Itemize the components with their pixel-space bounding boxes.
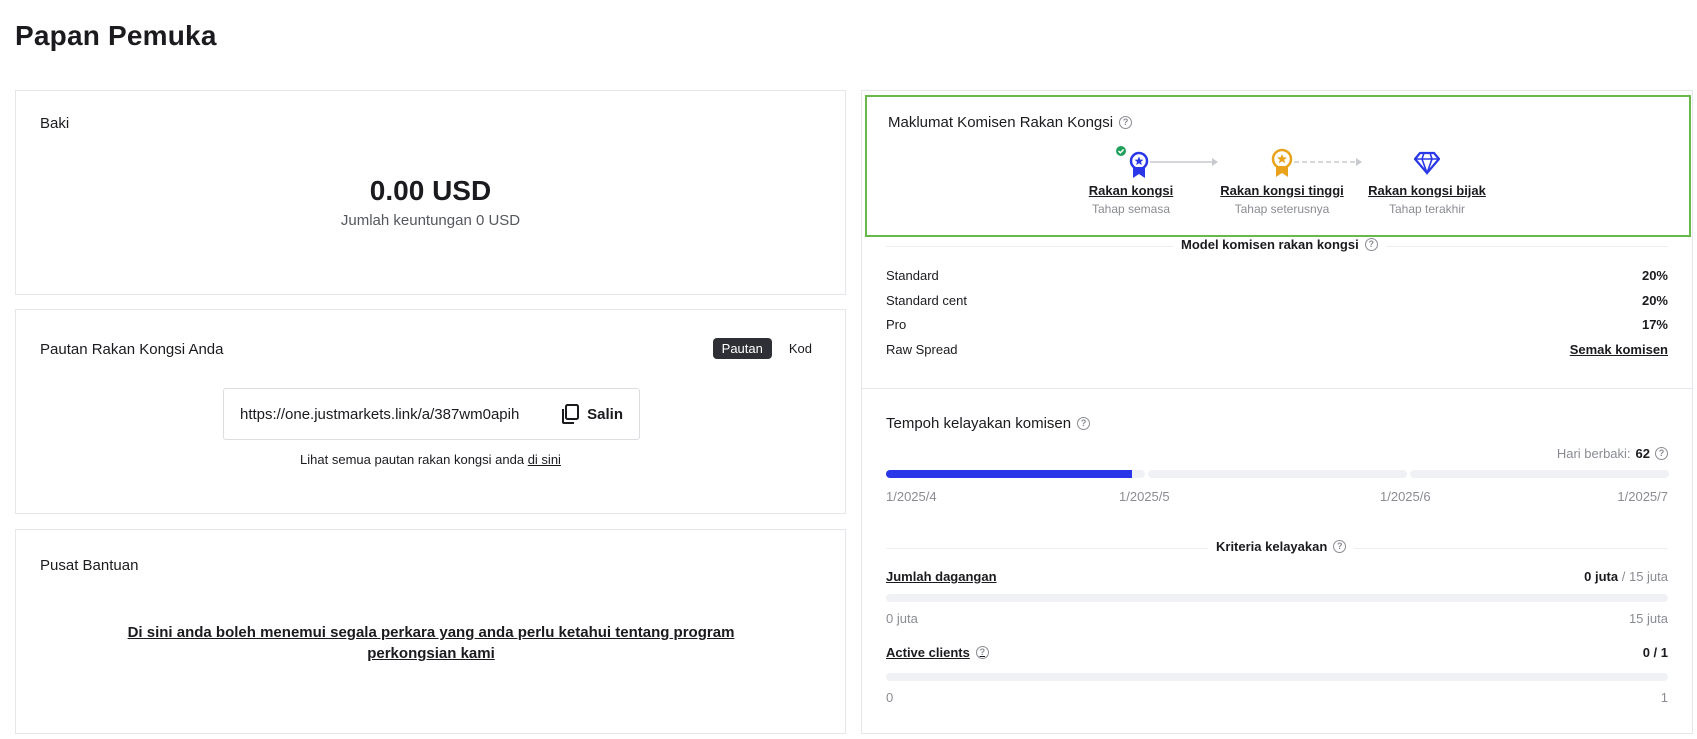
period-segment	[886, 470, 1145, 478]
help-center-link[interactable]: Di sini anda boleh menemui segala perkar…	[111, 622, 751, 664]
help-icon[interactable]: ?	[1364, 238, 1378, 251]
help-icon[interactable]: ?	[975, 646, 989, 659]
model-row: Standard cent 20%	[886, 293, 1668, 308]
divider	[862, 388, 1692, 389]
active-clients-link[interactable]: Active clients ?	[886, 645, 989, 660]
month-label: 1/2025/6	[1380, 489, 1431, 504]
tier-name[interactable]: Rakan kongsi	[1076, 183, 1186, 198]
help-icon[interactable]: ?	[1655, 447, 1668, 460]
tier-name[interactable]: Rakan kongsi bijak	[1362, 183, 1492, 198]
partner-link-title: Pautan Rakan Kongsi Anda	[40, 341, 224, 358]
page-title: Papan Pemuka	[15, 20, 217, 51]
criterion-current: 0 / 1	[1642, 645, 1668, 660]
help-icon[interactable]: ?	[1077, 417, 1091, 430]
commission-card: Maklumat Komisen Rakan Kongsi ? Rakan ko…	[861, 90, 1693, 734]
trading-volume-link[interactable]: Jumlah dagangan	[886, 569, 997, 584]
commission-model-label: Model komisen rakan kongsi ?	[1173, 237, 1386, 252]
criteria-title: Kriteria kelayakan	[1216, 539, 1328, 554]
copy-icon	[562, 404, 580, 424]
eligibility-period-title-text: Tempoh kelayakan komisen	[886, 415, 1072, 432]
model-row: Standard 20%	[886, 268, 1668, 283]
model-value: 17%	[1641, 317, 1668, 332]
tier-smart-partner: Rakan kongsi bijak Tahap terakhir	[1362, 145, 1492, 216]
days-left-label: Hari berbaki:	[1556, 446, 1631, 461]
criterion-total: / 15 juta	[1618, 569, 1668, 584]
model-row: Pro 17%	[886, 317, 1668, 332]
all-links-hint-text: Lihat semua pautan rakan kongsi anda	[300, 452, 528, 467]
criterion-progress-bar	[886, 594, 1668, 602]
help-center-card: Pusat Bantuan Di sini anda boleh menemui…	[15, 529, 846, 734]
criterion-value: 0 juta / 15 juta	[1584, 569, 1668, 584]
commission-info-title: Maklumat Komisen Rakan Kongsi ?	[888, 114, 1133, 131]
model-value: 20%	[1641, 268, 1668, 283]
commission-model-title: Model komisen rakan kongsi	[1181, 237, 1359, 252]
tab-link[interactable]: Pautan	[712, 338, 772, 359]
dashed-arrow-icon	[1294, 158, 1362, 166]
all-links-hint: Lihat semua pautan rakan kongsi anda di …	[16, 452, 845, 467]
tier-high-partner: Rakan kongsi tinggi Tahap seterusnya	[1217, 145, 1347, 216]
criterion-max: 1	[1660, 690, 1668, 705]
period-segment	[1148, 470, 1407, 478]
partner-link-card: Pautan Rakan Kongsi Anda Pautan Kod http…	[15, 309, 846, 514]
model-label: Standard cent	[886, 293, 967, 308]
tier-partner: Rakan kongsi Tahap semasa	[1076, 145, 1186, 216]
commission-info-panel: Maklumat Komisen Rakan Kongsi ? Rakan ko…	[865, 95, 1691, 237]
criterion-label: Jumlah dagangan	[886, 569, 997, 584]
eligibility-period-title: Tempoh kelayakan komisen ?	[886, 415, 1091, 432]
criterion-current: 0 juta	[1584, 569, 1619, 584]
model-label: Raw Spread	[886, 342, 958, 357]
criterion-value: 0 / 1	[1643, 645, 1668, 660]
days-left: Hari berbaki: 62 ?	[1557, 446, 1668, 461]
balance-title: Baki	[40, 115, 70, 132]
all-links-link[interactable]: di sini	[528, 452, 561, 467]
balance-amount: 0.00 USD	[369, 175, 492, 206]
tab-code[interactable]: Kod	[780, 338, 821, 359]
diamond-icon	[1413, 151, 1441, 176]
tier-name[interactable]: Rakan kongsi tinggi	[1217, 183, 1347, 198]
help-icon[interactable]: ?	[1119, 116, 1133, 129]
model-label: Standard	[886, 268, 939, 283]
check-badge-icon	[1116, 146, 1126, 156]
partner-link-url: https://one.justmarkets.link/a/387wm0api…	[240, 405, 520, 423]
days-left-value: 62	[1635, 446, 1650, 461]
model-row: Raw Spread Semak komisen	[886, 342, 1668, 357]
criterion-progress-bar	[886, 673, 1668, 681]
help-icon[interactable]: ?	[1333, 540, 1347, 553]
help-center-title: Pusat Bantuan	[40, 557, 139, 574]
tier-stage: Tahap semasa	[1091, 202, 1171, 216]
criterion-min: 0 juta	[886, 611, 918, 626]
copy-label: Salin	[587, 405, 623, 423]
balance-card: Baki 0.00 USD Jumlah keuntungan 0 USD	[15, 90, 846, 295]
criterion-min: 0	[886, 690, 894, 705]
criterion-label: Active clients	[886, 645, 970, 660]
check-commission-link[interactable]: Semak komisen	[1570, 342, 1668, 357]
copy-button[interactable]: Salin	[561, 404, 623, 424]
model-label: Pro	[886, 317, 907, 332]
month-label: 1/2025/5	[1119, 489, 1170, 504]
commission-info-title-text: Maklumat Komisen Rakan Kongsi	[888, 114, 1114, 131]
criteria-label: Kriteria kelayakan ?	[1208, 539, 1355, 554]
model-value: 20%	[1641, 293, 1668, 308]
period-segment-fill	[886, 470, 1133, 478]
month-label: 1/2025/7	[1617, 489, 1668, 504]
period-segment	[1410, 470, 1669, 478]
partner-link-field[interactable]: https://one.justmarkets.link/a/387wm0api…	[223, 388, 640, 440]
tier-stage: Tahap terakhir	[1388, 202, 1466, 216]
ribbon-medal-icon	[1116, 146, 1149, 178]
tier-stage: Tahap seterusnya	[1234, 202, 1330, 216]
criterion-max: 15 juta	[1628, 611, 1668, 626]
arrow-icon	[1150, 158, 1218, 166]
link-code-toggle: Pautan Kod	[712, 338, 821, 359]
total-profit-text: Jumlah keuntungan 0 USD	[340, 212, 521, 229]
month-label: 1/2025/4	[886, 489, 937, 504]
